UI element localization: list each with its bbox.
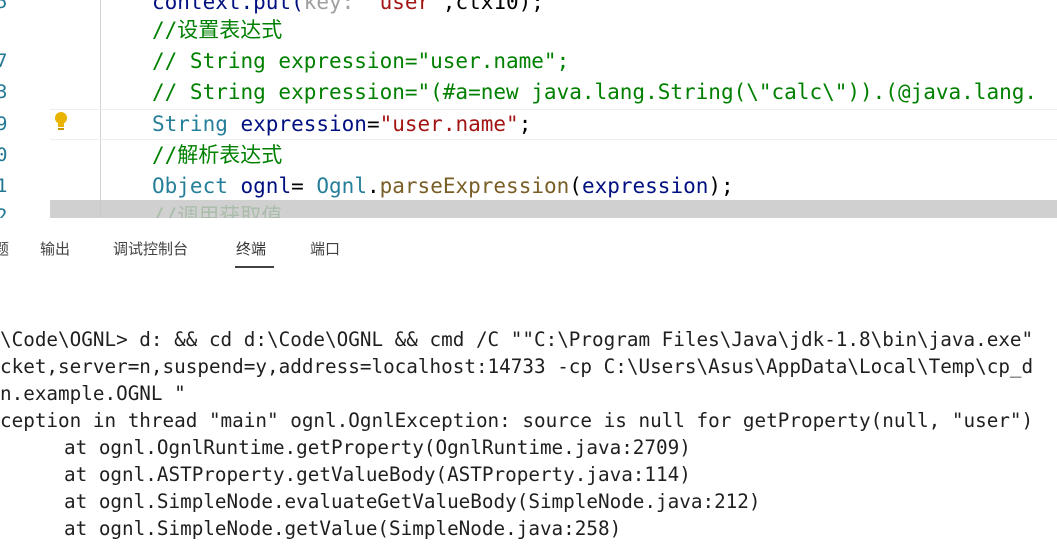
- code-token: //解析表达式: [152, 143, 283, 167]
- code-line[interactable]: Object ognl= Ognl.parseExpression(expres…: [152, 171, 734, 202]
- line-number: 5: [0, 0, 8, 13]
- code-token: Ognl: [316, 174, 367, 198]
- lightbulb-icon[interactable]: [54, 111, 68, 133]
- code-token: );: [708, 174, 734, 198]
- terminal-line: ception in thread "main" ognl.OgnlExcept…: [0, 409, 1034, 432]
- code-line[interactable]: // String expression="user.name";: [152, 46, 569, 77]
- code-token: expression: [581, 174, 709, 198]
- tab-problems[interactable]: 题: [0, 238, 9, 259]
- terminal-output[interactable]: \Code\OGNL> d: && cd d:\Code\OGNL && cmd…: [0, 326, 1057, 542]
- tab-ports[interactable]: 端口: [310, 238, 340, 259]
- code-line[interactable]: String expression="user.name";: [152, 109, 531, 140]
- code-token: expression: [240, 112, 367, 136]
- line-number: 7: [0, 50, 8, 72]
- code-token: "user": [366, 0, 443, 14]
- editor-scroll-overlay: [50, 200, 1057, 218]
- code-token: Object: [152, 174, 228, 198]
- code-token: context.put(: [152, 0, 304, 14]
- tab-debug-console[interactable]: 调试控制台: [113, 238, 188, 259]
- code-token: key:: [303, 0, 367, 14]
- code-token: //设置表达式: [152, 18, 283, 42]
- code-line[interactable]: //设置表达式: [152, 15, 282, 46]
- line-number: 1: [0, 175, 8, 197]
- code-token: String: [152, 112, 228, 136]
- code-token: ,ctx10);: [442, 0, 544, 14]
- code-token: ognl: [240, 174, 292, 198]
- terminal-line: \Code\OGNL> d: && cd d:\Code\OGNL && cmd…: [0, 328, 1034, 351]
- code-token: // String expression="user.name";: [152, 49, 570, 73]
- panel-tab-bar: 题 输出 调试控制台 终端 端口: [0, 218, 1057, 270]
- code-token: (: [569, 174, 582, 198]
- code-editor[interactable]: 5 7 3 9 0 1 2 context.put(key: "user",ct…: [0, 0, 1057, 218]
- line-number: 2: [0, 205, 8, 218]
- bottom-panel: 题 输出 调试控制台 终端 端口 \Code\OGNL> d: && cd d:…: [0, 218, 1057, 546]
- code-token: .: [366, 174, 380, 198]
- terminal-line: at ognl.ASTProperty.getValueBody(ASTProp…: [64, 463, 691, 486]
- code-token: parseExpression: [379, 174, 570, 198]
- terminal-line: cket,server=n,suspend=y,address=localhos…: [0, 355, 1034, 378]
- code-line[interactable]: //解析表达式: [152, 140, 282, 171]
- active-tab-indicator: [235, 266, 274, 268]
- code-token: // String expression="(#a=new java.lang.…: [152, 80, 1038, 104]
- code-line[interactable]: // String expression="(#a=new java.lang.…: [152, 77, 1037, 108]
- code-token: =: [366, 112, 380, 136]
- terminal-line: n.example.OGNL ": [0, 382, 186, 405]
- terminal-line: at ognl.SimpleNode.evaluateGetValueBody(…: [64, 490, 761, 513]
- line-number: 9: [0, 113, 8, 135]
- code-token: ;: [518, 112, 532, 136]
- terminal-line: at ognl.OgnlRuntime.getProperty(OgnlRunt…: [64, 436, 691, 459]
- code-token: "user.name": [379, 112, 519, 136]
- tab-terminal[interactable]: 终端: [236, 238, 266, 259]
- terminal-line: at ognl.SimpleNode.getValue(SimpleNode.j…: [64, 517, 622, 540]
- line-number: 0: [0, 144, 8, 166]
- code-token: =: [291, 174, 317, 198]
- tab-output[interactable]: 输出: [40, 238, 70, 259]
- line-number: 3: [0, 81, 8, 103]
